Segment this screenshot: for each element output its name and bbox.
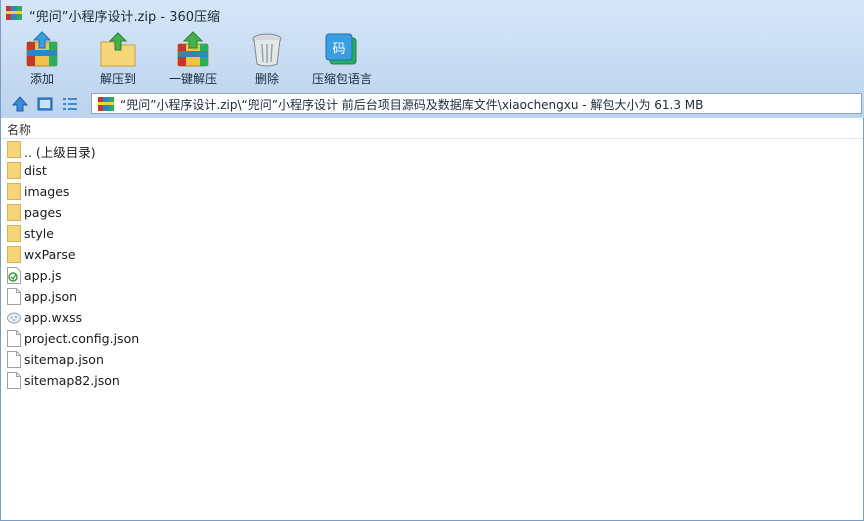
add-archive-icon (26, 31, 58, 67)
file-name: style (24, 226, 54, 241)
file-icon (7, 330, 21, 347)
list-item[interactable]: app.wxss (1, 307, 863, 328)
file-name: .. (上级目录) (24, 145, 96, 160)
folder-icon (7, 183, 21, 200)
window-title: “兜问”小程序设计.zip - 360压缩 (29, 10, 221, 25)
file-name: sitemap.json (24, 352, 104, 367)
folder-icon (7, 225, 21, 242)
folder-icon (7, 141, 21, 158)
file-name: project.config.json (24, 331, 140, 346)
js-file-icon (7, 267, 21, 284)
list-item[interactable]: style (1, 223, 863, 244)
archive-language-label: 压缩包语言 (311, 72, 372, 86)
svg-text:码: 码 (332, 42, 345, 57)
list-item[interactable]: app.json (1, 286, 863, 307)
archive-app-icon (6, 6, 22, 20)
list-item[interactable]: wxParse (1, 244, 863, 265)
list-item[interactable]: sitemap.json (1, 349, 863, 370)
list-item-parent-dir[interactable]: .. (上级目录) (1, 139, 863, 160)
file-name: wxParse (24, 247, 76, 262)
thumbnail-view-icon[interactable] (36, 95, 54, 113)
one-click-extract-label: 一键解压 (168, 72, 217, 86)
file-icon (7, 351, 21, 368)
title-bar[interactable]: “兜问”小程序设计.zip - 360压缩 (1, 0, 864, 28)
file-name: images (24, 184, 70, 199)
file-name: app.js (24, 268, 62, 283)
add-button[interactable]: 添加 (21, 28, 63, 88)
list-item[interactable]: images (1, 181, 863, 202)
file-list: .. (上级目录) dist images pages style wxPars… (1, 139, 863, 391)
archive-icon (98, 97, 114, 111)
list-item[interactable]: dist (1, 160, 863, 181)
list-item[interactable]: project.config.json (1, 328, 863, 349)
extract-to-label: 解压到 (99, 72, 136, 86)
list-item[interactable]: sitemap82.json (1, 370, 863, 391)
list-view-icon[interactable] (61, 95, 79, 113)
one-click-extract-button[interactable]: 一键解压 (167, 28, 219, 88)
column-header-name[interactable]: 名称 (1, 118, 863, 139)
file-name: pages (24, 205, 62, 220)
archive-language-button[interactable]: 码 压缩包语言 (311, 28, 373, 88)
delete-label: 删除 (254, 72, 279, 86)
file-icon (7, 288, 21, 305)
column-header-label: 名称 (7, 123, 32, 137)
delete-button[interactable]: 删除 (247, 28, 287, 88)
archive-language-icon: 码 (325, 33, 357, 65)
up-arrow-icon[interactable] (11, 95, 29, 113)
file-name: sitemap82.json (24, 373, 120, 388)
wxss-file-icon (7, 312, 21, 324)
file-name: dist (24, 163, 47, 178)
file-icon (7, 372, 21, 389)
path-field[interactable]: “兜问”小程序设计.zip\“兜问”小程序设计 前后台项目源码及数据库文件\xi… (91, 93, 862, 114)
folder-icon (7, 204, 21, 221)
app-window: “兜问”小程序设计.zip - 360压缩 添加 解压到 一键解压 删除 码 压… (0, 0, 864, 521)
file-name: app.json (24, 289, 78, 304)
list-item[interactable]: pages (1, 202, 863, 223)
address-bar: “兜问”小程序设计.zip\“兜问”小程序设计 前后台项目源码及数据库文件\xi… (1, 92, 864, 116)
extract-to-button[interactable]: 解压到 (97, 28, 139, 88)
add-label: 添加 (29, 72, 54, 86)
extract-to-icon (100, 32, 136, 67)
folder-icon (7, 162, 21, 179)
one-click-extract-icon (177, 31, 209, 67)
list-item[interactable]: app.js (1, 265, 863, 286)
window-chrome: “兜问”小程序设计.zip - 360压缩 添加 解压到 一键解压 删除 码 压… (1, 0, 864, 118)
trash-icon (252, 33, 282, 67)
toolbar: 添加 解压到 一键解压 删除 码 压缩包语言 (1, 28, 864, 88)
file-name: app.wxss (24, 310, 83, 325)
path-text: “兜问”小程序设计.zip\“兜问”小程序设计 前后台项目源码及数据库文件\xi… (120, 98, 704, 112)
folder-icon (7, 246, 21, 263)
